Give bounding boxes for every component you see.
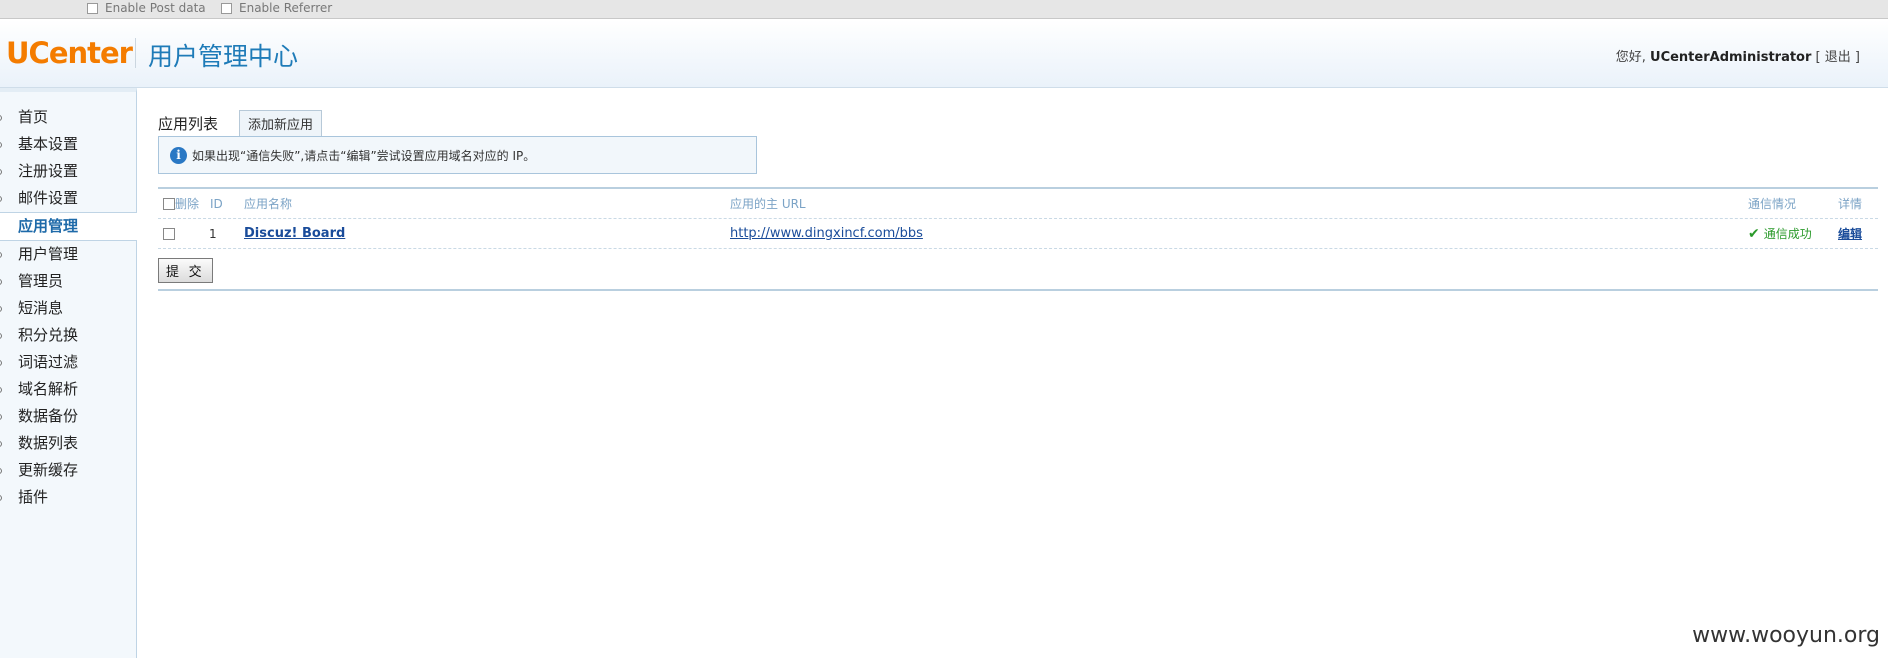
row-url-cell: http://www.dingxincf.com/bbs bbox=[730, 219, 923, 248]
sidebar-item-label: 词语过滤 bbox=[18, 353, 79, 371]
sidebar-item-home[interactable]: 首页 bbox=[0, 104, 136, 131]
sidebar-item-label: 应用管理 bbox=[18, 217, 79, 235]
greeting-text: 您好, bbox=[1615, 50, 1646, 65]
row-detail-cell: 编辑 bbox=[1838, 219, 1862, 248]
row-select-cell bbox=[163, 219, 175, 248]
sidebar-item-credit-exchange[interactable]: 积分兑换 bbox=[0, 322, 136, 349]
status-text: 通信成功 bbox=[1763, 227, 1812, 241]
sidebar-item-update-cache[interactable]: 更新缓存 bbox=[0, 457, 136, 484]
sidebar-item-data-backup[interactable]: 数据备份 bbox=[0, 403, 136, 430]
logout-link[interactable]: 退出 bbox=[1825, 50, 1851, 65]
bullet-icon bbox=[0, 196, 2, 202]
submit-row: 提 交 bbox=[158, 258, 213, 283]
sidebar-item-register-settings[interactable]: 注册设置 bbox=[0, 158, 136, 185]
table-header-row: 删除 ID 应用名称 应用的主 URL 通信情况 详情 bbox=[158, 189, 1878, 219]
sidebar-item-label: 邮件设置 bbox=[18, 189, 79, 207]
sidebar-item-messages[interactable]: 短消息 bbox=[0, 295, 136, 322]
bullet-icon bbox=[0, 414, 2, 420]
header-divider bbox=[135, 38, 136, 68]
app-table: 删除 ID 应用名称 应用的主 URL 通信情况 详情 1 Discuz! Bo… bbox=[158, 187, 1878, 249]
check-icon: ✔ bbox=[1748, 225, 1760, 242]
sidebar-item-label: 插件 bbox=[18, 488, 49, 506]
delete-header: 删除 bbox=[175, 197, 200, 211]
url-header: 应用的主 URL bbox=[730, 197, 806, 211]
sidebar-item-admins[interactable]: 管理员 bbox=[0, 268, 136, 295]
debug-toolbar: Enable Post data Enable Referrer bbox=[0, 0, 1888, 19]
info-notice: i 如果出现“通信失败”,请点击“编辑”尝试设置应用域名对应的 IP。 bbox=[158, 136, 757, 174]
sidebar-item-word-filter[interactable]: 词语过滤 bbox=[0, 349, 136, 376]
bullet-icon bbox=[0, 306, 2, 312]
info-icon: i bbox=[170, 146, 187, 164]
enable-post-data-checkbox[interactable] bbox=[87, 2, 98, 14]
select-all-checkbox[interactable] bbox=[163, 197, 175, 210]
bullet-icon bbox=[0, 169, 2, 175]
logout-bracket-close: ] bbox=[1854, 50, 1860, 65]
page-header: 应用列表 添加新应用 bbox=[158, 110, 323, 137]
bullet-icon bbox=[0, 360, 2, 366]
bullet-icon bbox=[0, 142, 2, 148]
username: UCenterAdministrator bbox=[1650, 50, 1812, 65]
bullet-icon bbox=[0, 495, 2, 501]
bullet-icon bbox=[0, 441, 2, 447]
sidebar-item-label: 首页 bbox=[18, 108, 49, 126]
watermark: www.wooyun.org bbox=[1692, 623, 1880, 648]
sidebar-item-user-management[interactable]: 用户管理 bbox=[0, 241, 136, 268]
notice-text: 如果出现“通信失败”,请点击“编辑”尝试设置应用域名对应的 IP。 bbox=[192, 148, 536, 163]
header: UCenter 用户管理中心 您好, UCenterAdministrator … bbox=[0, 20, 1888, 88]
sidebar-item-label: 基本设置 bbox=[18, 135, 79, 153]
ucenter-logo[interactable]: UCenter bbox=[6, 36, 133, 70]
detail-header: 详情 bbox=[1838, 197, 1863, 211]
sidebar-item-data-list[interactable]: 数据列表 bbox=[0, 430, 136, 457]
edit-link[interactable]: 编辑 bbox=[1838, 225, 1862, 242]
bullet-icon bbox=[0, 279, 2, 285]
sidebar-item-plugins[interactable]: 插件 bbox=[0, 484, 136, 511]
table-row: 1 Discuz! Board http://www.dingxincf.com… bbox=[158, 219, 1878, 249]
user-info: 您好, UCenterAdministrator [ 退出 ] bbox=[1616, 46, 1860, 65]
enable-referrer-checkbox[interactable] bbox=[221, 2, 232, 14]
sidebar-item-label: 用户管理 bbox=[18, 245, 79, 263]
select-all-cell: 删除 bbox=[163, 189, 199, 218]
sidebar-item-label: 积分兑换 bbox=[18, 326, 79, 344]
enable-post-data-label: Enable Post data bbox=[105, 1, 206, 15]
sidebar-item-app-management[interactable]: 应用管理 bbox=[0, 212, 137, 241]
sidebar-item-label: 短消息 bbox=[18, 299, 64, 317]
sidebar-item-domain-resolve[interactable]: 域名解析 bbox=[0, 376, 136, 403]
app-name-link[interactable]: Discuz! Board bbox=[244, 226, 345, 241]
sidebar-item-mail-settings[interactable]: 邮件设置 bbox=[0, 185, 136, 212]
status-header: 通信情况 bbox=[1748, 197, 1797, 211]
bullet-icon bbox=[0, 252, 2, 258]
row-id: 1 bbox=[209, 226, 217, 241]
bullet-icon bbox=[0, 468, 2, 474]
page-title: 应用列表 bbox=[158, 115, 219, 133]
app-url-link[interactable]: http://www.dingxincf.com/bbs bbox=[730, 226, 923, 241]
bullet-icon bbox=[0, 333, 2, 339]
add-app-button[interactable]: 添加新应用 bbox=[239, 110, 323, 137]
sidebar-item-label: 数据备份 bbox=[18, 407, 79, 425]
sidebar: 首页 基本设置 注册设置 邮件设置 应用管理 用户管理 管理员 短消息 积分兑换… bbox=[0, 88, 137, 658]
site-title: 用户管理中心 bbox=[148, 42, 299, 71]
row-status-cell: ✔ 通信成功 bbox=[1748, 219, 1812, 248]
enable-referrer-option[interactable]: Enable Referrer bbox=[221, 1, 332, 15]
sidebar-item-label: 注册设置 bbox=[18, 162, 79, 180]
sidebar-item-basic-settings[interactable]: 基本设置 bbox=[0, 131, 136, 158]
sidebar-item-label: 更新缓存 bbox=[18, 461, 79, 479]
name-header: 应用名称 bbox=[244, 197, 293, 211]
bottom-divider bbox=[158, 289, 1878, 291]
sidebar-item-label: 管理员 bbox=[18, 272, 64, 290]
submit-button[interactable]: 提 交 bbox=[158, 258, 213, 283]
bullet-icon bbox=[0, 387, 2, 393]
row-app-name-cell: Discuz! Board bbox=[244, 219, 345, 248]
id-header: ID bbox=[210, 196, 223, 211]
bullet-icon bbox=[0, 115, 2, 121]
logout-bracket-open: [ bbox=[1815, 50, 1821, 65]
sidebar-item-label: 数据列表 bbox=[18, 434, 79, 452]
sidebar-menu: 首页 基本设置 注册设置 邮件设置 应用管理 用户管理 管理员 短消息 积分兑换… bbox=[0, 92, 137, 511]
enable-referrer-label: Enable Referrer bbox=[239, 1, 333, 15]
enable-post-data-option[interactable]: Enable Post data bbox=[87, 1, 206, 15]
sidebar-item-label: 域名解析 bbox=[18, 380, 79, 398]
row-checkbox[interactable] bbox=[163, 227, 175, 240]
